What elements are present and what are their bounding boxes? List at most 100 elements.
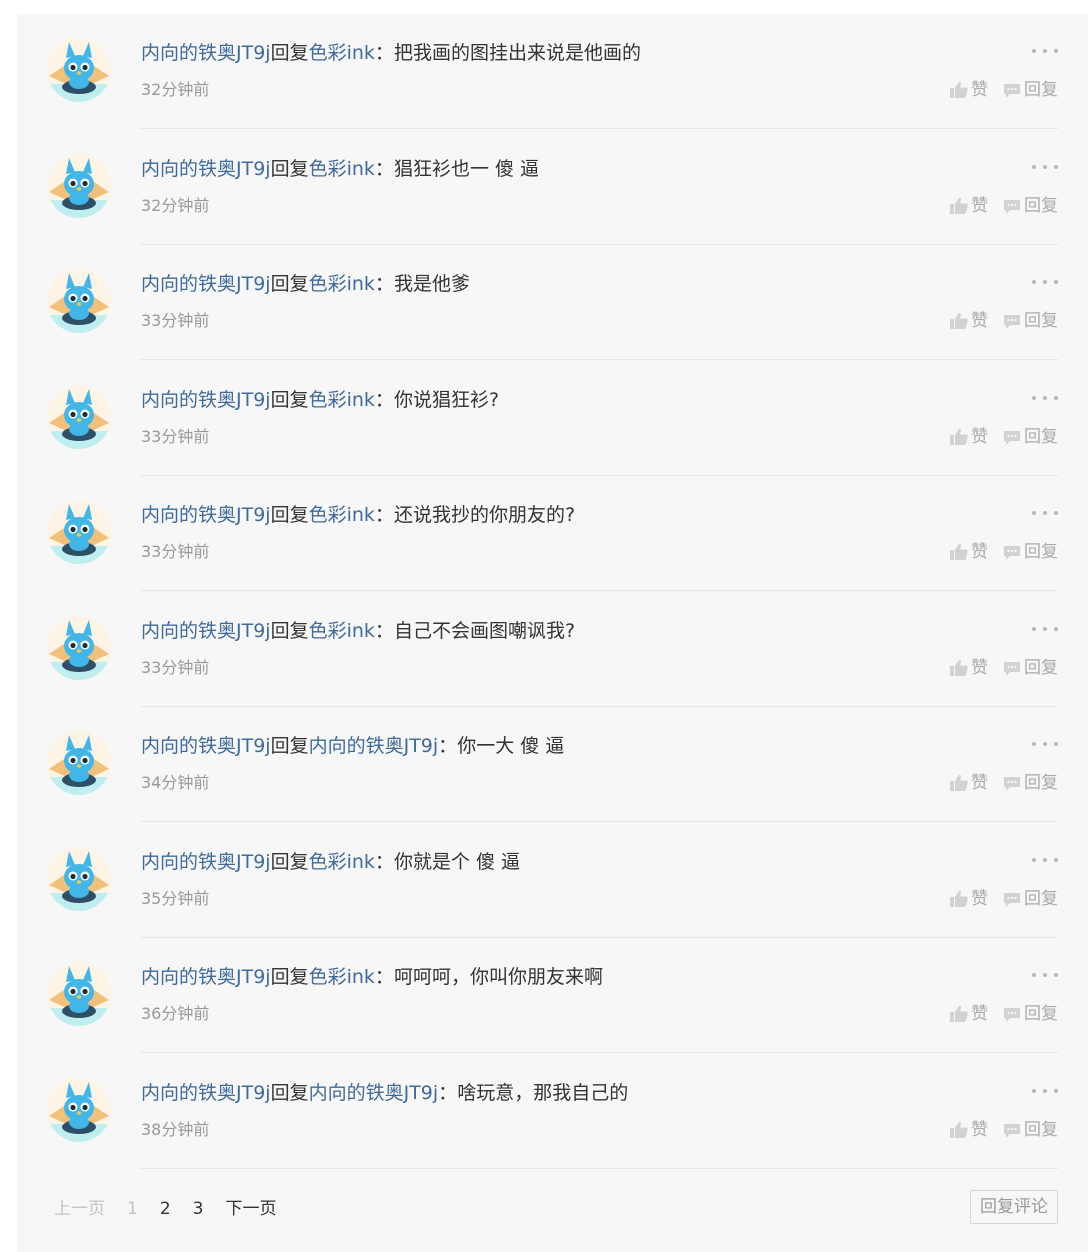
more-dots-icon[interactable] bbox=[1032, 160, 1058, 174]
colon: ： bbox=[374, 966, 394, 988]
page-3-link[interactable]: 3 bbox=[193, 1196, 204, 1222]
target-username-link[interactable]: 色彩ink bbox=[309, 851, 375, 873]
reply-label: 回复 bbox=[1024, 80, 1058, 100]
comment-text: 你说猖狂衫? bbox=[393, 388, 500, 411]
mascot-avatar-icon bbox=[47, 846, 111, 911]
reply-button[interactable]: 回复 bbox=[1002, 770, 1058, 796]
avatar[interactable] bbox=[47, 846, 111, 911]
target-username-link[interactable]: 色彩ink bbox=[309, 158, 375, 180]
reply-button[interactable]: 回复 bbox=[1002, 308, 1058, 334]
username-link[interactable]: 内向的铁奥JT9j bbox=[141, 966, 271, 988]
comment-text: 把我画的图挂出来说是他画的 bbox=[393, 42, 641, 64]
reply-label: 回复 bbox=[1024, 1119, 1058, 1140]
comment-bubble-icon bbox=[1004, 430, 1020, 445]
target-username-link[interactable]: 色彩ink bbox=[309, 389, 375, 411]
username-link[interactable]: 内向的铁奥JT9j bbox=[141, 620, 271, 642]
comment-panel: 内向的铁奥JT9j回复色彩ink：把我画的图挂出来说是他画的 32分钟前 赞 回… bbox=[17, 14, 1088, 1252]
comment-item: 内向的铁奥JT9j回复色彩ink：呵呵呵，你叫你朋友来啊 36分钟前 赞 回复 bbox=[17, 938, 1088, 1053]
avatar[interactable] bbox=[47, 615, 111, 680]
like-button[interactable]: 赞 bbox=[949, 424, 988, 450]
thumbs-up-icon bbox=[950, 428, 968, 445]
reply-button[interactable]: 回复 bbox=[1002, 1001, 1058, 1027]
more-dots-icon[interactable] bbox=[1032, 44, 1058, 58]
page-2-link[interactable]: 2 bbox=[160, 1196, 171, 1222]
reply-word: 回复 bbox=[270, 42, 309, 64]
comment-line: 内向的铁奥JT9j回复色彩ink：你就是个 傻 逼 bbox=[141, 847, 520, 877]
username-link[interactable]: 内向的铁奥JT9j bbox=[141, 851, 271, 873]
prev-page-link: 上一页 bbox=[54, 1199, 105, 1219]
username-link[interactable]: 内向的铁奥JT9j bbox=[141, 1082, 271, 1104]
like-button[interactable]: 赞 bbox=[949, 655, 988, 681]
reply-button[interactable]: 回复 bbox=[1002, 886, 1058, 912]
target-username-link[interactable]: 内向的铁奥JT9j bbox=[309, 735, 439, 757]
username-link[interactable]: 内向的铁奥JT9j bbox=[141, 273, 271, 295]
reply-word: 回复 bbox=[270, 1081, 309, 1104]
comment-line: 内向的铁奥JT9j回复色彩ink：自己不会画图嘲讽我? bbox=[141, 616, 575, 646]
reply-button[interactable]: 回复 bbox=[1002, 77, 1058, 103]
avatar[interactable] bbox=[47, 962, 111, 1026]
like-button[interactable]: 赞 bbox=[949, 77, 988, 103]
like-button[interactable]: 赞 bbox=[949, 1001, 988, 1027]
comment-item: 内向的铁奥JT9j回复色彩ink：猖狂衫也一 傻 逼 32分钟前 赞 回复 bbox=[17, 130, 1088, 245]
mascot-avatar-icon bbox=[47, 384, 111, 449]
more-dots-icon[interactable] bbox=[1032, 1084, 1058, 1098]
avatar[interactable] bbox=[47, 38, 111, 102]
comment-bubble-icon bbox=[1004, 84, 1020, 98]
more-dots-icon[interactable] bbox=[1032, 506, 1058, 520]
target-username-link[interactable]: 色彩ink bbox=[309, 504, 375, 526]
comment-text: 还说我抄的你朋友的? bbox=[393, 504, 576, 526]
like-button[interactable]: 赞 bbox=[949, 539, 988, 565]
avatar[interactable] bbox=[47, 731, 111, 795]
mascot-avatar-icon bbox=[47, 1077, 111, 1142]
avatar[interactable] bbox=[47, 1077, 111, 1142]
mascot-avatar-icon bbox=[47, 153, 111, 218]
like-button[interactable]: 赞 bbox=[949, 770, 988, 796]
reply-label: 回复 bbox=[1024, 195, 1058, 216]
thumbs-up-icon bbox=[950, 197, 968, 214]
thumbs-up-icon bbox=[950, 81, 968, 98]
thumbs-up-icon bbox=[950, 312, 968, 329]
comment-text: 你一大 傻 逼 bbox=[457, 735, 565, 757]
comment-item: 内向的铁奥JT9j回复内向的铁奥JT9j：你一大 傻 逼 34分钟前 赞 回复 bbox=[17, 707, 1088, 822]
reply-button[interactable]: 回复 bbox=[1002, 539, 1058, 565]
reply-button[interactable]: 回复 bbox=[1002, 1117, 1058, 1143]
username-link[interactable]: 内向的铁奥JT9j bbox=[141, 504, 271, 526]
colon: ： bbox=[374, 504, 394, 526]
avatar[interactable] bbox=[47, 269, 111, 333]
like-button[interactable]: 赞 bbox=[949, 308, 988, 334]
like-label: 赞 bbox=[971, 542, 988, 562]
reply-label: 回复 bbox=[1024, 888, 1058, 909]
more-dots-icon[interactable] bbox=[1032, 968, 1058, 982]
more-dots-icon[interactable] bbox=[1032, 853, 1058, 867]
target-username-link[interactable]: 色彩ink bbox=[309, 966, 375, 988]
next-page-link[interactable]: 下一页 bbox=[225, 1196, 276, 1222]
target-username-link[interactable]: 色彩ink bbox=[309, 620, 375, 642]
like-button[interactable]: 赞 bbox=[949, 886, 988, 912]
username-link[interactable]: 内向的铁奥JT9j bbox=[141, 389, 271, 411]
reply-button[interactable]: 回复 bbox=[1002, 655, 1058, 681]
more-dots-icon[interactable] bbox=[1032, 622, 1058, 636]
more-dots-icon[interactable] bbox=[1032, 391, 1058, 405]
more-dots-icon[interactable] bbox=[1032, 737, 1058, 751]
comment-item: 内向的铁奥JT9j回复色彩ink：把我画的图挂出来说是他画的 32分钟前 赞 回… bbox=[17, 14, 1088, 129]
avatar[interactable] bbox=[47, 500, 111, 564]
comment-bubble-icon bbox=[1004, 1123, 1020, 1138]
comment-line: 内向的铁奥JT9j回复色彩ink：还说我抄的你朋友的? bbox=[141, 500, 575, 530]
avatar[interactable] bbox=[47, 153, 111, 218]
username-link[interactable]: 内向的铁奥JT9j bbox=[141, 42, 271, 64]
username-link[interactable]: 内向的铁奥JT9j bbox=[141, 158, 271, 180]
target-username-link[interactable]: 内向的铁奥JT9j bbox=[309, 1082, 439, 1104]
more-dots-icon[interactable] bbox=[1032, 275, 1058, 289]
thumbs-up-icon bbox=[950, 1005, 968, 1022]
colon: ： bbox=[374, 42, 394, 64]
reply-button[interactable]: 回复 bbox=[1002, 424, 1058, 450]
target-username-link[interactable]: 色彩ink bbox=[309, 42, 375, 64]
avatar[interactable] bbox=[47, 384, 111, 449]
like-button[interactable]: 赞 bbox=[949, 193, 988, 219]
reply-comment-button[interactable]: 回复评论 bbox=[970, 1190, 1058, 1224]
like-button[interactable]: 赞 bbox=[949, 1117, 988, 1143]
reply-button[interactable]: 回复 bbox=[1002, 193, 1058, 219]
target-username-link[interactable]: 色彩ink bbox=[309, 273, 375, 295]
username-link[interactable]: 内向的铁奥JT9j bbox=[141, 735, 271, 757]
comment-line: 内向的铁奥JT9j回复色彩ink：把我画的图挂出来说是他画的 bbox=[141, 38, 641, 68]
